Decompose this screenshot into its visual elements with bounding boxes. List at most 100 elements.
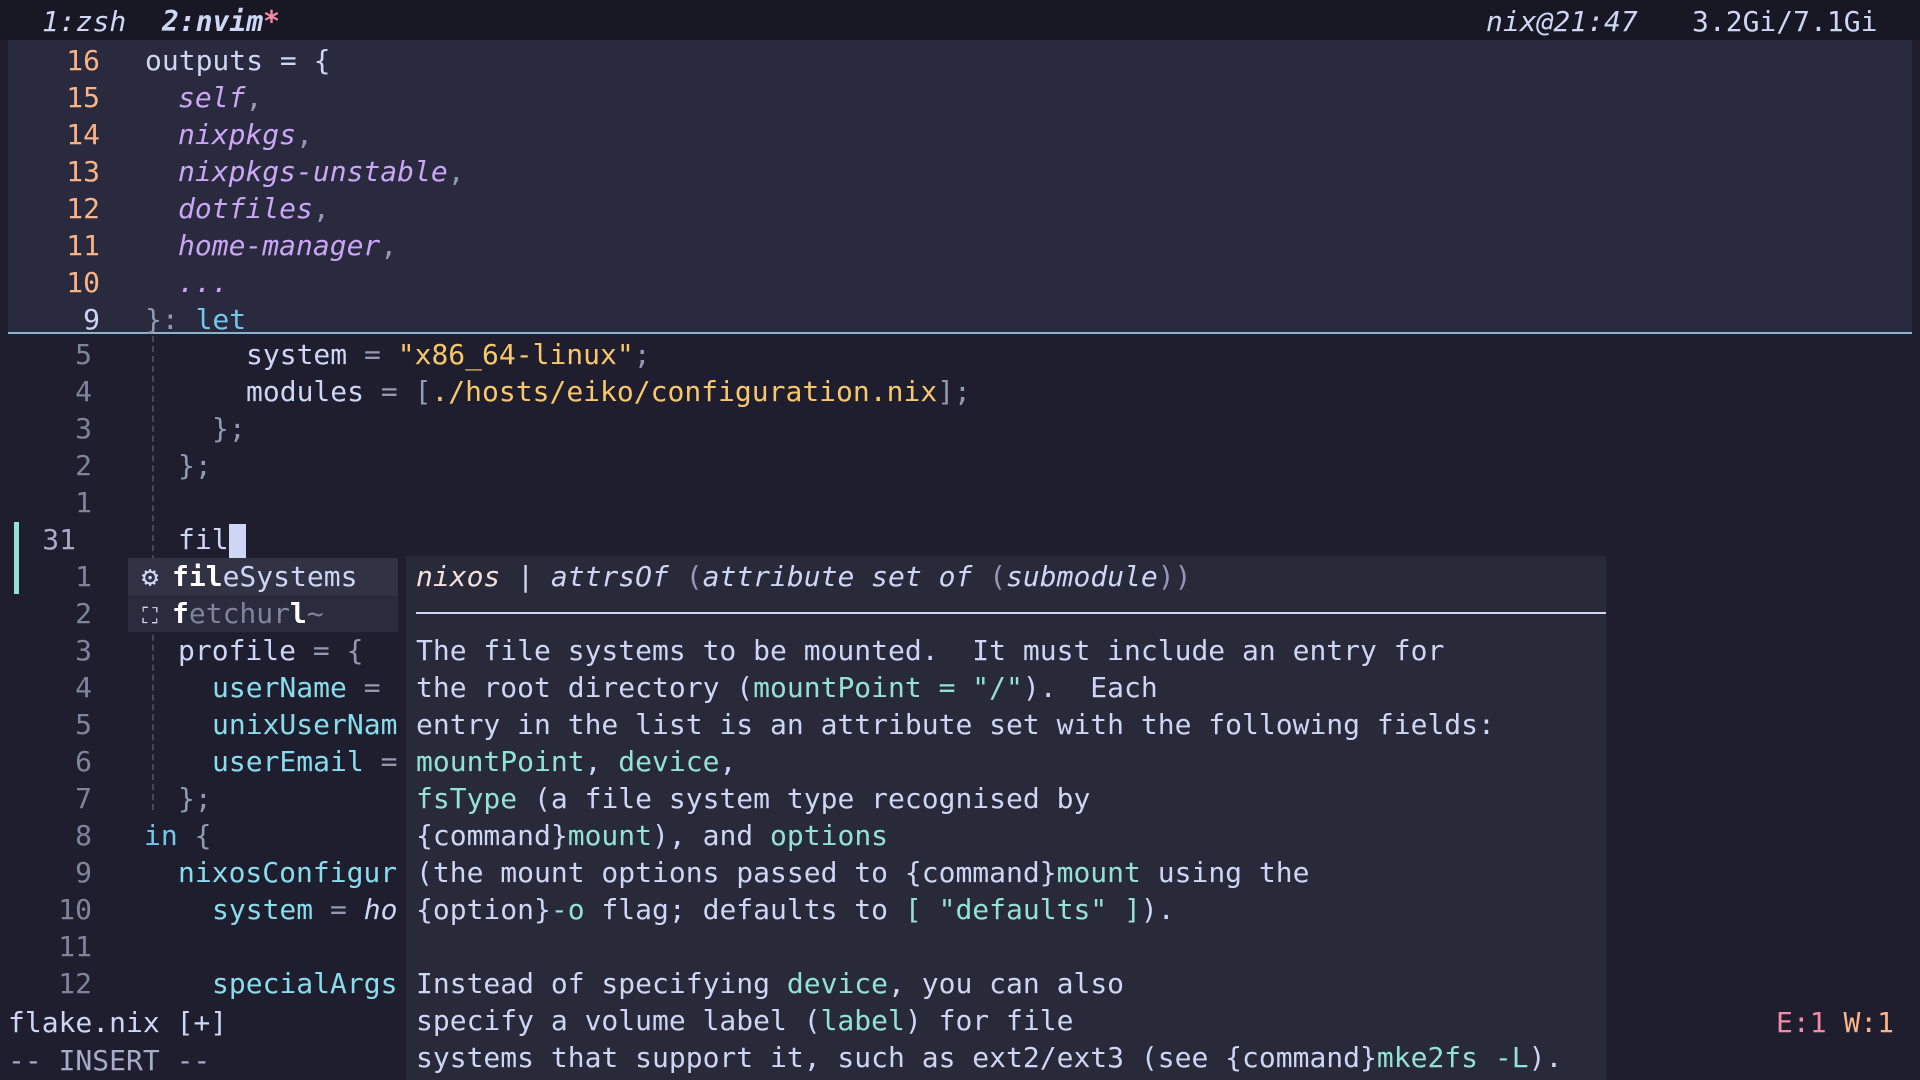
- code-line: system = "x86_64-linux";: [246, 338, 651, 371]
- arg-home-manager: home-manager: [178, 229, 381, 262]
- username-key: userName: [212, 671, 347, 704]
- context-line: ...: [178, 264, 229, 301]
- line-number: 12: [58, 967, 92, 1000]
- doc-line: The file systems to be mounted. It must …: [416, 634, 1445, 667]
- profile-key: profile: [178, 634, 297, 667]
- doc-line: entry in the list is an attribute set wi…: [416, 708, 1495, 741]
- type-signature: nixos | attrsOf (attribute set of (submo…: [416, 560, 1192, 593]
- line-number: 9: [75, 856, 92, 889]
- line-number: 10: [58, 893, 92, 926]
- snippet-icon: ⛶: [142, 604, 158, 629]
- line-number: 3: [75, 634, 92, 667]
- nixosconfigurations-key: nixosConfigur: [178, 856, 398, 889]
- line-number: 1: [75, 560, 92, 593]
- code-line: modules = [./hosts/eiko/configuration.ni…: [246, 375, 971, 408]
- warning-count: W:1: [1843, 1006, 1895, 1039]
- code-line: };: [178, 782, 212, 815]
- code-line: specialArgs: [212, 965, 397, 1002]
- unixusername-key: unixUserNam: [212, 708, 398, 741]
- code-line: in {: [144, 819, 212, 852]
- arg-self: self: [178, 81, 246, 114]
- line-number: 13: [66, 155, 100, 188]
- arg-nixpkgs-unstable: nixpkgs-unstable: [178, 155, 448, 188]
- context-line: nixpkgs,: [178, 118, 313, 151]
- memory-usage: 3.2Gi/7.1Gi: [1692, 5, 1878, 38]
- sig-submodule: submodule: [1006, 560, 1158, 593]
- sig-type: attrsOf: [550, 560, 669, 593]
- sig-mid: set of: [854, 560, 990, 593]
- code-line: };: [212, 412, 246, 445]
- filename: flake.nix [+]: [8, 1006, 228, 1039]
- completion-menu[interactable]: ⚙ fileSystems ⛶ fetchurl~: [128, 558, 398, 632]
- context-line: self,: [178, 81, 263, 114]
- arg-nixpkgs: nixpkgs: [178, 118, 297, 151]
- text-cursor: [228, 524, 246, 558]
- code-line: userName =: [212, 671, 381, 704]
- line-number: 3: [75, 412, 92, 445]
- line-number: 9: [83, 303, 100, 336]
- completion-match-2: l: [290, 597, 307, 630]
- tab-zsh[interactable]: 1:zsh: [42, 0, 126, 44]
- current-line[interactable]: fil: [178, 521, 246, 558]
- doc-line: Instead of specifying device, you can al…: [416, 967, 1125, 1000]
- completion-rest: ~: [306, 597, 324, 630]
- specialargs-key: specialArgs: [212, 967, 398, 1000]
- let-keyword: let: [195, 303, 247, 336]
- line-number: 2: [75, 449, 92, 482]
- context-line: outputs = {: [145, 42, 330, 79]
- sig-close: )): [1157, 560, 1192, 593]
- context-line: dotfiles,: [178, 192, 330, 225]
- modules-key: modules: [246, 375, 365, 408]
- documentation-popup: nixos | attrsOf (attribute set of (submo…: [406, 556, 1606, 1080]
- completion-mid: etchur: [188, 597, 291, 630]
- typed-text: fil: [178, 523, 229, 556]
- completion-match: f: [172, 597, 189, 630]
- line-number: 10: [66, 266, 100, 299]
- code-line: profile = {: [178, 634, 364, 667]
- in-keyword: in: [144, 819, 178, 852]
- tab-nvim-label: 2:nvim: [162, 5, 264, 38]
- line-number: 4: [75, 671, 92, 704]
- doc-line: (the mount options passed to {command}mo…: [416, 856, 1310, 889]
- context-line: }: let: [145, 303, 247, 336]
- line-number: 12: [66, 192, 100, 225]
- sig-source: nixos: [416, 560, 501, 593]
- system-key-2: system: [212, 893, 314, 926]
- line-number: 5: [75, 338, 92, 371]
- tab-modified-indicator: *: [263, 5, 281, 38]
- code-line: system = ho: [212, 893, 398, 926]
- diagnostics: E:1 W:1: [1776, 1004, 1894, 1041]
- line-number: 1: [75, 486, 92, 519]
- code-line: nixosConfigur: [178, 854, 397, 891]
- statusline: flake.nix [+] E:1 W:1: [0, 1004, 1920, 1041]
- doc-line: mountPoint, device,: [416, 745, 737, 778]
- context-line: nixpkgs-unstable,: [178, 155, 465, 188]
- line-number: 11: [58, 930, 92, 963]
- code-line: unixUserNam: [212, 706, 397, 743]
- sig-attr: attribute: [702, 560, 855, 593]
- line-number: 16: [66, 44, 100, 77]
- line-number: 7: [75, 782, 92, 815]
- line-number: 5: [75, 708, 92, 741]
- doc-line: {option}-o flag; defaults to [ "defaults…: [416, 893, 1175, 926]
- completion-item-filesystems[interactable]: ⚙ fileSystems: [128, 558, 398, 595]
- doc-line: {command}mount), and options: [416, 819, 889, 852]
- completion-rest: eSystems: [222, 560, 358, 593]
- treesitter-context: 16 outputs = { 15 self, 14 nixpkgs, 13 n…: [8, 40, 1912, 336]
- completion-item-fetchurl[interactable]: ⛶ fetchurl~: [128, 595, 398, 632]
- current-line-number: 31: [42, 523, 76, 556]
- ho-text: ho: [363, 893, 398, 926]
- line-number: 8: [75, 819, 92, 852]
- completion-match: fil: [172, 560, 223, 593]
- modules-path: ./hosts/eiko/configuration.nix: [431, 375, 938, 408]
- system-value: "x86_64-linux": [397, 338, 634, 371]
- code-line: userEmail =: [212, 745, 398, 778]
- line-number: 11: [66, 229, 100, 262]
- signature-divider: [416, 612, 1606, 614]
- context-line: home-manager,: [178, 229, 398, 262]
- tab-nvim[interactable]: 2:nvim*: [162, 0, 280, 44]
- line-number: 2: [75, 597, 92, 630]
- gear-icon: ⚙: [141, 560, 159, 593]
- outputs-text: outputs = {: [145, 44, 331, 77]
- tmux-status-bar: 1:zsh 2:nvim* nix@21:47 3.2Gi/7.1Gi: [0, 0, 1920, 40]
